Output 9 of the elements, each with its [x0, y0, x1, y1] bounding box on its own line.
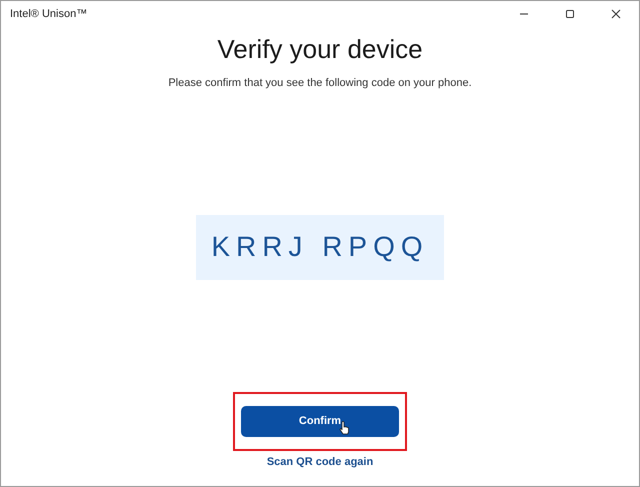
heading: Verify your device	[217, 33, 423, 65]
window-title: Intel® Unison™	[10, 6, 88, 22]
maximize-icon	[565, 9, 575, 19]
instruction-text: Please confirm that you see the following code on your phone.	[168, 76, 472, 91]
close-icon	[611, 9, 621, 19]
hand-cursor-icon	[339, 420, 350, 434]
verification-code: KRRJ RPQQ	[196, 214, 444, 280]
scan-qr-link[interactable]: Scan QR code again	[266, 454, 374, 470]
confirm-button[interactable]: Confirm	[241, 406, 399, 436]
